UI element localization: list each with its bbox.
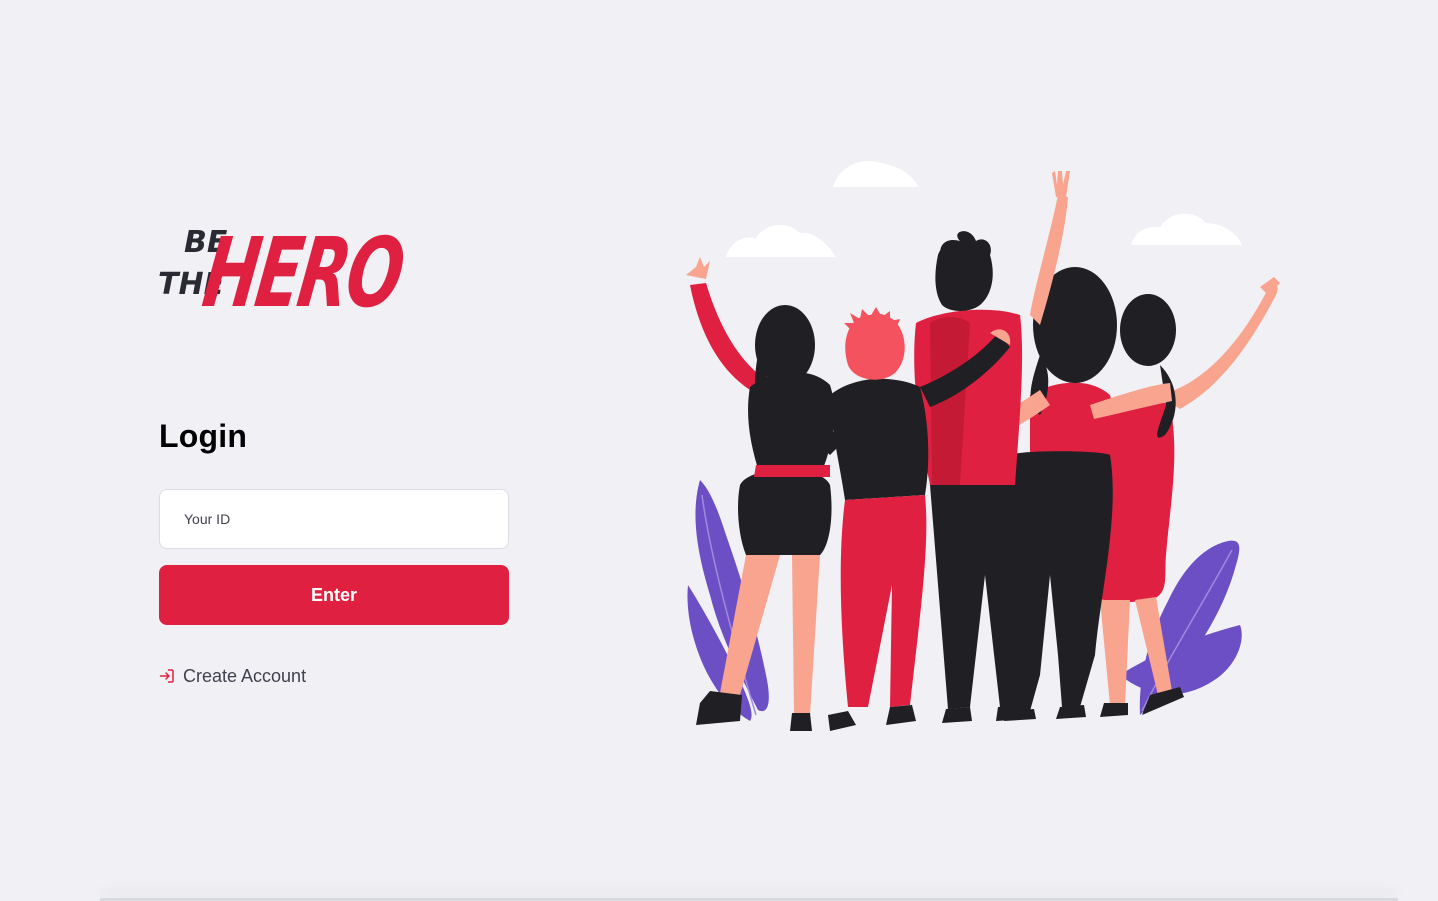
enter-button[interactable]: Enter [159, 565, 509, 625]
log-in-icon [159, 669, 174, 683]
logo-text-hero: HERO [197, 216, 409, 318]
page-title: Login [159, 418, 248, 454]
create-account-link[interactable]: Create Account [159, 662, 306, 690]
be-the-hero-logo: BE THE HERO [158, 216, 409, 318]
heroes-illustration [686, 160, 1280, 731]
create-account-label: Create Account [183, 665, 307, 686]
user-id-input[interactable] [159, 489, 509, 549]
logon-page: BE THE HERO Login Enter Create Account [0, 0, 1438, 901]
